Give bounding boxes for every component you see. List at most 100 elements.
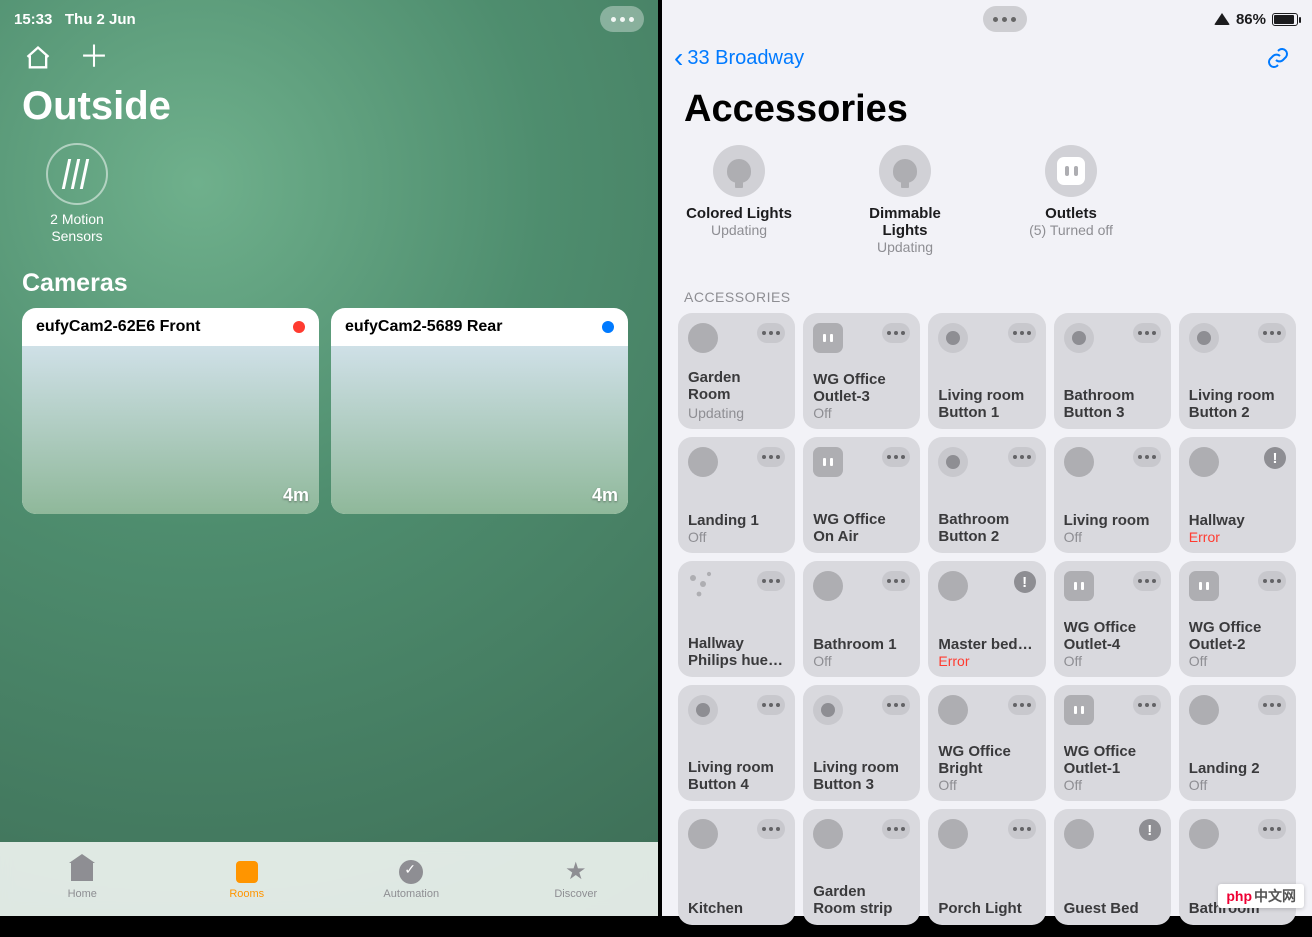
more-icon[interactable] [757, 695, 785, 715]
accessory-tile[interactable]: Living room Button 2 [1179, 313, 1296, 429]
tile-label: Porch Light [938, 900, 1035, 917]
accessory-tile[interactable]: Living room Button 1 [928, 313, 1045, 429]
record-dot-icon [602, 321, 614, 333]
motion-sensor-icon [46, 143, 108, 205]
status-bar-left: 15:33 Thu 2 Jun [0, 0, 658, 32]
tab-discover[interactable]: ★ Discover [494, 842, 659, 916]
more-icon[interactable] [1258, 323, 1286, 343]
tile-status: Off [1064, 529, 1161, 545]
accessory-tile[interactable]: Living room Button 3 [803, 685, 920, 801]
tile-label: Living room [1064, 512, 1161, 529]
multitasking-dots[interactable] [600, 6, 644, 32]
category-item[interactable]: Colored LightsUpdating [684, 145, 794, 255]
more-icon[interactable] [757, 571, 785, 591]
back-button[interactable]: ‹ 33 Broadway [674, 42, 804, 74]
accessory-tile[interactable]: Hallway Philips hue… [678, 561, 795, 677]
accessory-tile[interactable]: Living room Button 4 [678, 685, 795, 801]
room-title: Outside [0, 74, 658, 143]
bulb-icon [813, 571, 843, 601]
tile-label: Landing 1 [688, 512, 785, 529]
page-title: Accessories [662, 74, 1312, 143]
more-icon[interactable] [757, 323, 785, 343]
accessory-tile[interactable]: WG Office Outlet-2Off [1179, 561, 1296, 677]
accessory-tile[interactable]: WG Office Outlet-4Off [1054, 561, 1171, 677]
more-icon[interactable] [757, 819, 785, 839]
camera-card[interactable]: eufyCam2-62E6 Front4m [22, 308, 319, 514]
accessory-tile[interactable]: Bathroom 1Off [803, 561, 920, 677]
more-icon[interactable] [882, 571, 910, 591]
more-icon[interactable] [882, 695, 910, 715]
more-icon[interactable] [1008, 819, 1036, 839]
tile-label: Bathroom Button 3 [1064, 387, 1161, 422]
accessory-tile[interactable]: Garden Room CanvasUpdating [678, 313, 795, 429]
tab-rooms[interactable]: Rooms [165, 842, 330, 916]
more-icon[interactable] [1008, 323, 1036, 343]
more-icon[interactable] [1133, 323, 1161, 343]
accessory-tile[interactable]: Living roomOff [1054, 437, 1171, 553]
category-item[interactable]: Dimmable LightsUpdating [850, 145, 960, 255]
more-icon[interactable] [1133, 695, 1161, 715]
more-icon[interactable] [1008, 447, 1036, 467]
more-icon[interactable] [1258, 819, 1286, 839]
tile-label: Master bed… [938, 636, 1035, 653]
tab-discover-label: Discover [554, 888, 597, 900]
category-name: Outlets [1045, 205, 1097, 222]
more-icon[interactable] [757, 447, 785, 467]
category-item[interactable]: Outlets(5) Turned off [1016, 145, 1126, 255]
tile-label: WG Office Outlet-1 [1064, 743, 1161, 778]
tab-home[interactable]: Home [0, 842, 165, 916]
switch-icon [688, 695, 718, 725]
accessory-tile[interactable]: Porch Light [928, 809, 1045, 925]
add-button[interactable]: ＋ [78, 42, 110, 74]
more-icon[interactable] [882, 447, 910, 467]
more-icon[interactable] [1133, 571, 1161, 591]
tile-status: Off [813, 653, 910, 669]
accessory-tile[interactable]: Landing 2Off [1179, 685, 1296, 801]
accessory-tile[interactable]: !Guest Bed [1054, 809, 1171, 925]
record-dot-icon [293, 321, 305, 333]
camera-timestamp: 4m [283, 485, 309, 506]
camera-card[interactable]: eufyCam2-5689 Rear4m [331, 308, 628, 514]
tile-label: Landing 2 [1189, 760, 1286, 777]
accessory-tile[interactable]: Landing 1Off [678, 437, 795, 553]
tile-label: Living room Button 3 [813, 759, 910, 794]
outlet-icon [813, 323, 843, 353]
tab-automation[interactable]: Automation [329, 842, 494, 916]
accessory-tile[interactable]: WG Office BrightOff [928, 685, 1045, 801]
more-icon[interactable] [1008, 695, 1036, 715]
outlet-icon [813, 447, 843, 477]
more-icon[interactable] [882, 819, 910, 839]
home-icon[interactable] [22, 42, 54, 74]
more-icon[interactable] [882, 323, 910, 343]
tile-label: Living room Button 2 [1189, 387, 1286, 422]
category-status: Updating [877, 239, 933, 255]
accessory-tile[interactable]: Kitchen [678, 809, 795, 925]
tile-label: Living room Button 4 [688, 759, 785, 794]
accessory-tile[interactable]: !Master bed…Error [928, 561, 1045, 677]
more-icon[interactable] [1133, 447, 1161, 467]
battery-icon [1272, 13, 1298, 26]
tile-label: WG Office Outlet-3 [813, 371, 910, 406]
tile-label: WG Office Outlet-4 [1064, 619, 1161, 654]
accessory-tile[interactable]: WG Office Outlet-3Off [803, 313, 920, 429]
tile-label: WG Office On Air [813, 511, 910, 546]
motion-sensor-tile[interactable]: 2 Motion Sensors [22, 143, 132, 245]
bulb-icon [1189, 695, 1219, 725]
switch-icon [1189, 323, 1219, 353]
accessory-tile[interactable]: Bathroom Button 3 [1054, 313, 1171, 429]
accessory-tile[interactable]: Bathroom Button 2 [928, 437, 1045, 553]
accessory-tile[interactable]: !HallwayError [1179, 437, 1296, 553]
bulb-icon [1064, 447, 1094, 477]
bulb-icon [688, 819, 718, 849]
outlet-icon [1189, 571, 1219, 601]
bulb-icon [1189, 819, 1219, 849]
multitasking-dots[interactable] [983, 6, 1027, 32]
more-icon[interactable] [1258, 571, 1286, 591]
link-icon[interactable] [1266, 46, 1290, 70]
more-icon[interactable] [1258, 695, 1286, 715]
status-date: Thu 2 Jun [65, 11, 136, 28]
watermark: php 中文网 [1218, 884, 1304, 908]
accessory-tile[interactable]: WG Office On Air [803, 437, 920, 553]
accessory-tile[interactable]: Garden Room strip [803, 809, 920, 925]
accessory-tile[interactable]: WG Office Outlet-1Off [1054, 685, 1171, 801]
